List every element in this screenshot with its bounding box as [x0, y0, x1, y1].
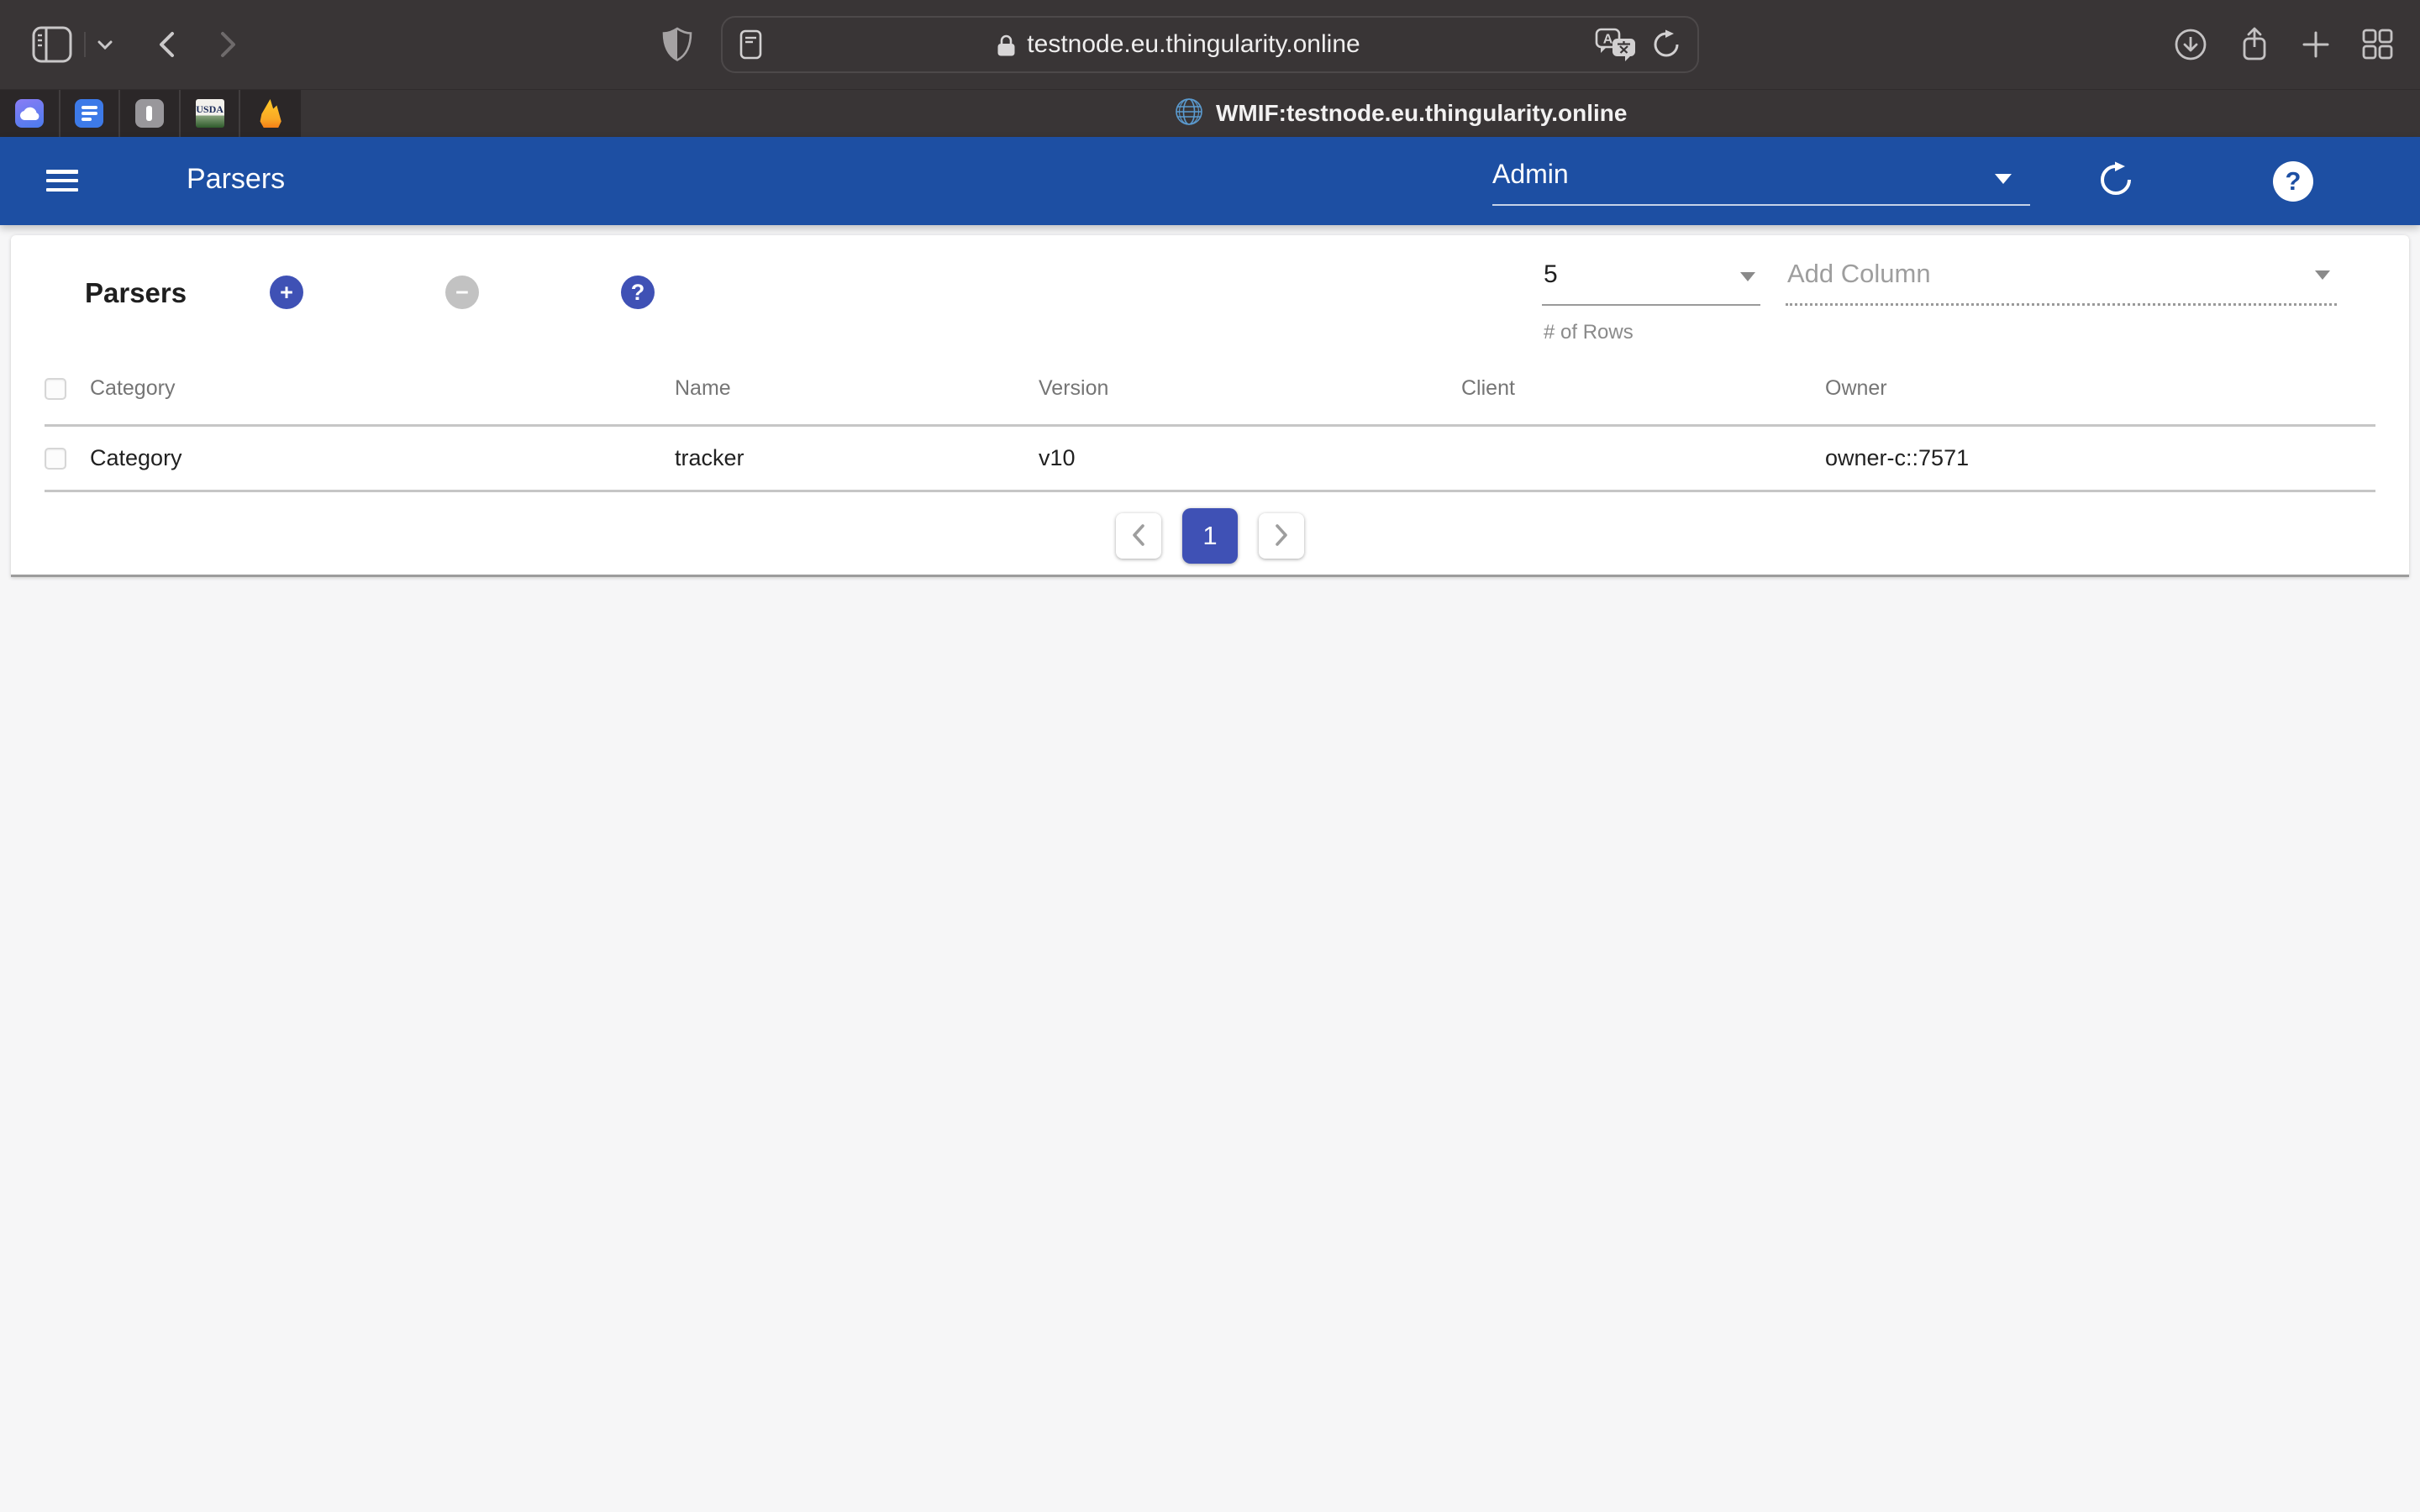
- page-reload-button[interactable]: [1652, 29, 1681, 60]
- tab-strip: USDA WMIF:testnode.eu.thingularity.onlin…: [0, 89, 2420, 137]
- cloud-app-icon: [15, 99, 44, 128]
- address-url-area: testnode.eu.thingularity.online: [762, 30, 1595, 59]
- sidebar-toggle-button[interactable]: [30, 24, 74, 65]
- tab-overview-button[interactable]: [2360, 28, 2395, 61]
- page-title: Parsers: [187, 163, 285, 196]
- column-header-name: Name: [675, 376, 1039, 401]
- docs-app-icon: [75, 99, 103, 128]
- account-select-value: Admin: [1492, 159, 1569, 190]
- rows-per-page-caption: # of Rows: [1544, 321, 1634, 344]
- cell-category: Category: [90, 445, 675, 471]
- favorite-gray-app[interactable]: [120, 90, 181, 137]
- add-parser-button[interactable]: +: [270, 276, 303, 309]
- cell-name: tracker: [675, 445, 1039, 471]
- add-column-select[interactable]: Add Column: [1786, 254, 2337, 306]
- firebase-flame-icon: [258, 99, 283, 128]
- chevron-right-icon: [1271, 522, 1292, 551]
- pagination: 1: [1116, 508, 1304, 564]
- privacy-report-button[interactable]: [662, 27, 692, 62]
- remove-parser-button[interactable]: −: [445, 276, 479, 309]
- select-all-checkbox[interactable]: [45, 378, 66, 400]
- add-column-placeholder: Add Column: [1786, 254, 2337, 306]
- refresh-button[interactable]: [2097, 163, 2134, 200]
- chevron-right-icon: [218, 30, 239, 59]
- card-title: Parsers: [85, 277, 187, 309]
- table-row[interactable]: Category tracker v10 owner-c::7571: [45, 427, 2375, 492]
- parsers-card: Parsers + − ? 5 # of Rows Add Column Cat…: [11, 235, 2409, 577]
- cell-version: v10: [1039, 445, 1461, 471]
- browser-toolbar: testnode.eu.thingularity.online A: [0, 0, 2420, 89]
- download-icon: [2173, 27, 2208, 62]
- column-header-client: Client: [1461, 376, 1825, 401]
- favorite-usda[interactable]: USDA: [181, 90, 241, 137]
- svg-text:A: A: [1603, 33, 1613, 47]
- downloads-button[interactable]: [2173, 27, 2208, 62]
- dropdown-arrow-icon: [1740, 272, 1755, 281]
- next-page-button[interactable]: [1259, 513, 1304, 559]
- menu-button[interactable]: [46, 170, 78, 192]
- sidebar-dropdown-button[interactable]: [94, 28, 116, 61]
- chevron-left-icon: [156, 30, 176, 59]
- dropdown-arrow-icon: [2315, 270, 2330, 280]
- column-header-version: Version: [1039, 376, 1461, 401]
- address-bar[interactable]: testnode.eu.thingularity.online A: [721, 16, 1699, 73]
- gray-app-icon: [135, 99, 164, 128]
- forward-button[interactable]: [203, 19, 254, 70]
- reader-view-icon[interactable]: [739, 29, 762, 60]
- favorite-docs-app[interactable]: [60, 90, 121, 137]
- translate-button[interactable]: A: [1595, 28, 1637, 61]
- table-header-row: Category Name Version Client Owner: [45, 353, 2375, 427]
- favorites-bar: USDA: [0, 90, 301, 137]
- rows-per-page-select[interactable]: 5: [1542, 254, 1760, 306]
- parser-help-button[interactable]: ?: [621, 276, 655, 309]
- chevron-down-icon: [97, 39, 113, 50]
- account-select[interactable]: Admin: [1492, 152, 2030, 206]
- favorite-cloud-app[interactable]: [0, 90, 60, 137]
- back-button[interactable]: [141, 19, 192, 70]
- question-mark-glyph: ?: [2286, 166, 2302, 197]
- usda-icon: USDA: [196, 99, 224, 128]
- plus-icon: [2301, 29, 2331, 60]
- minus-glyph: −: [455, 281, 469, 304]
- app-bar: Parsers Admin ?: [0, 137, 2420, 225]
- current-page-number: 1: [1202, 521, 1217, 551]
- cell-owner: owner-c::7571: [1825, 445, 2375, 471]
- globe-favicon: [1175, 97, 1203, 130]
- page-background: Parsers + − ? 5 # of Rows Add Column Cat…: [0, 225, 2420, 1512]
- active-tab[interactable]: WMIF:testnode.eu.thingularity.online: [1175, 90, 1627, 137]
- column-header-category: Category: [90, 376, 675, 401]
- lock-icon: [997, 33, 1016, 57]
- shield-icon: [662, 27, 692, 62]
- dropdown-arrow-icon: [1995, 174, 2012, 184]
- chevron-left-icon: [1128, 522, 1149, 551]
- address-url-text: testnode.eu.thingularity.online: [1027, 30, 1360, 59]
- previous-page-button[interactable]: [1116, 513, 1161, 559]
- share-icon: [2237, 25, 2272, 64]
- toolbar-divider: [84, 32, 86, 57]
- row-checkbox[interactable]: [45, 448, 66, 470]
- rows-per-page-value: 5: [1542, 254, 1760, 306]
- question-glyph: ?: [631, 281, 645, 304]
- column-header-owner: Owner: [1825, 376, 2375, 401]
- favorite-firebase[interactable]: [240, 90, 301, 137]
- sidebar-icon: [32, 26, 72, 63]
- help-button[interactable]: ?: [2273, 161, 2313, 202]
- plus-glyph: +: [280, 281, 293, 304]
- current-page-button[interactable]: 1: [1182, 508, 1238, 564]
- refresh-icon: [2097, 161, 2134, 202]
- share-button[interactable]: [2237, 25, 2272, 64]
- tab-title-text: WMIF:testnode.eu.thingularity.online: [1216, 100, 1627, 127]
- grid-icon: [2360, 28, 2395, 61]
- parsers-table: Category Name Version Client Owner Categ…: [45, 353, 2375, 492]
- new-tab-button[interactable]: [2301, 29, 2331, 60]
